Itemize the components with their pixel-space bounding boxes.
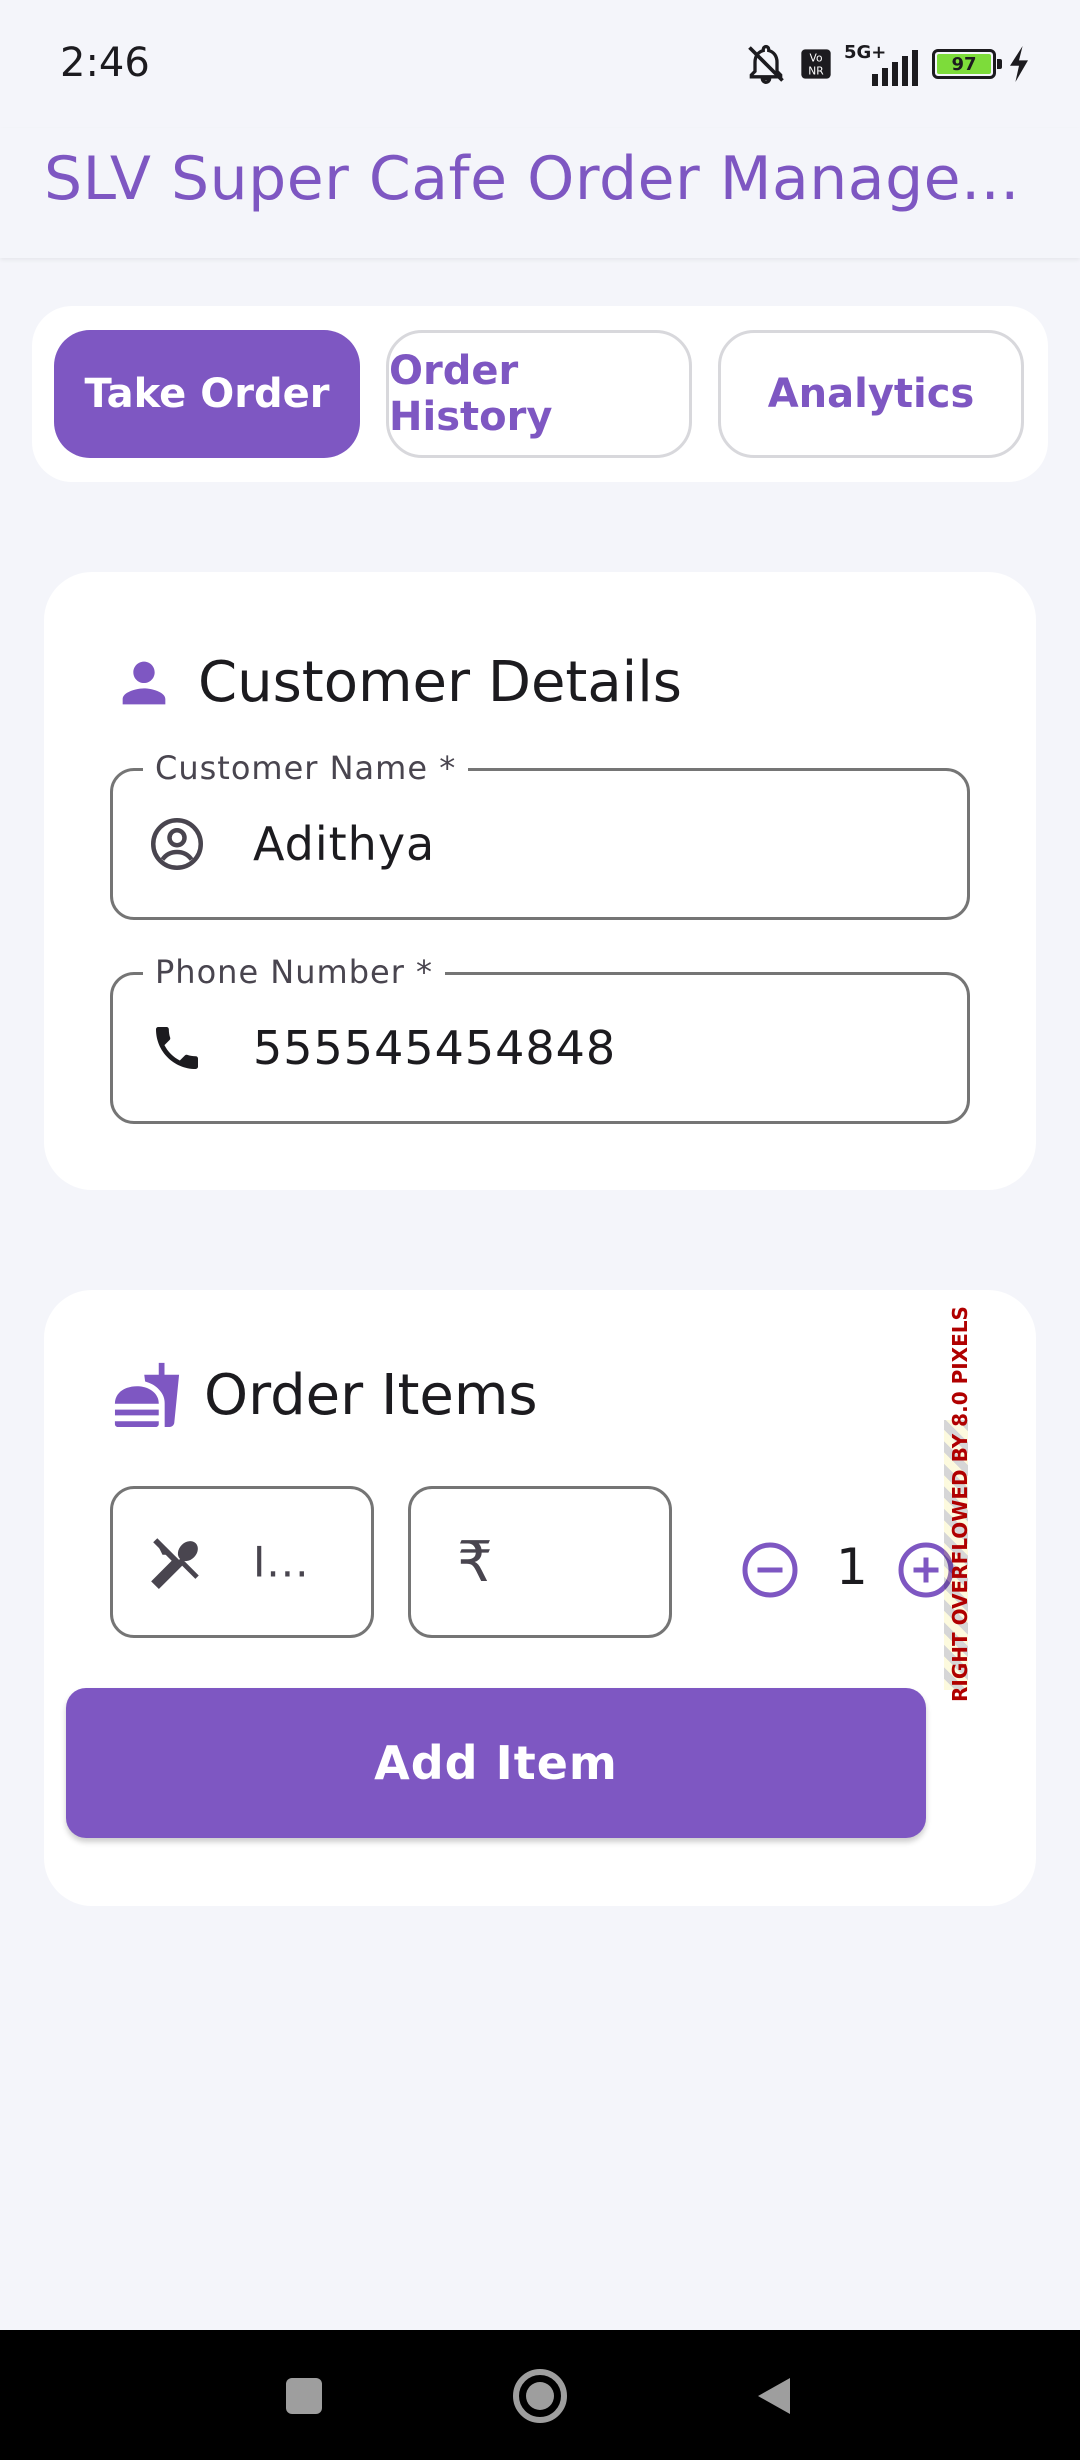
navigation-bar [0,2330,1080,2460]
charging-bolt-icon [1010,46,1028,82]
tab-take-order[interactable]: Take Order [54,330,360,458]
rupee-icon: ₹ [457,1529,493,1595]
svg-text:5G+: 5G+ [844,42,886,63]
phone-icon [147,1018,207,1078]
customer-details-header: Customer Details [112,650,682,715]
customer-name-label: Customer Name * [143,749,469,787]
customer-name-field[interactable]: Customer Name * Adithya [110,749,970,920]
customer-details-title: Customer Details [198,650,682,715]
add-item-button[interactable]: Add Item [66,1688,926,1838]
svg-text:NR: NR [808,65,824,78]
decrement-quantity-icon[interactable] [740,1540,800,1600]
phone-number-field[interactable]: Phone Number * 555545454848 [110,953,970,1124]
back-icon[interactable] [752,2374,796,2418]
recents-icon[interactable] [284,2376,324,2416]
account-circle-icon [147,814,207,874]
signal-icon: 5G+ [844,42,918,86]
quantity-value: 1 [836,1538,868,1596]
customer-name-value: Adithya [253,817,436,871]
app-title: SLV Super Cafe Order Manage... [44,144,1020,214]
muted-bell-icon [748,44,784,84]
vonr-icon: Vo NR [801,49,831,79]
tab-order-history[interactable]: Order History [386,330,692,458]
battery-icon: 97 [932,49,1002,79]
status-time: 2:46 [60,40,150,86]
customer-details-card: Customer Details Customer Name * Adithya… [44,572,1036,1190]
status-bar: 2:46 Vo NR 5G+ 97 [0,0,1080,128]
order-items-header: Order Items [112,1360,538,1430]
person-icon [122,661,166,704]
battery-level: 97 [937,54,991,75]
item-price-field[interactable]: ₹ [408,1486,672,1638]
home-icon[interactable] [510,2366,570,2426]
svg-text:Vo: Vo [810,51,823,64]
overflow-warning: RIGHT OVERFLOWED BY 8.0 PIXELS [948,1306,972,1702]
status-icons: Vo NR 5G+ 97 [744,40,1030,88]
phone-number-value: 555545454848 [253,1021,617,1075]
app-bar: SLV Super Cafe Order Manage... [0,128,1080,258]
tab-analytics[interactable]: Analytics [718,330,1024,458]
order-items-title: Order Items [204,1362,538,1428]
phone-number-label: Phone Number * [143,953,446,991]
item-name-value: I... [253,1537,310,1587]
tab-bar: Take Order Order History Analytics [32,306,1048,482]
fastfood-icon [114,1362,180,1428]
item-name-field[interactable]: I... [110,1486,374,1638]
restaurant-icon [147,1532,207,1592]
